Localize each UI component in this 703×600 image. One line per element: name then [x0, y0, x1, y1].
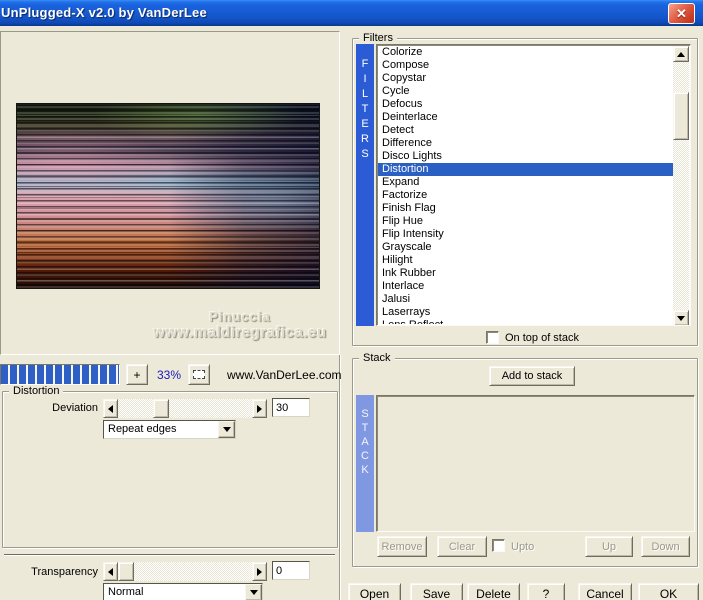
zoom-in-button[interactable]: + [126, 364, 148, 385]
upto-checkbox[interactable] [492, 539, 505, 552]
on-top-of-stack-checkbox[interactable] [486, 331, 499, 344]
stack-group-label: Stack [359, 352, 395, 364]
filter-item-copystar[interactable]: Copystar [378, 72, 673, 85]
arrow-left-icon [108, 567, 113, 576]
scroll-down-button[interactable] [673, 310, 689, 325]
blend-mode-value: Normal [108, 586, 144, 598]
help-button[interactable]: ? [527, 583, 565, 600]
filter-item-lens-reflect[interactable]: Lens Reflect [378, 319, 673, 324]
render-progress-bar [0, 364, 120, 385]
filter-item-distortion[interactable]: Distortion [378, 163, 673, 176]
filter-item-defocus[interactable]: Defocus [378, 98, 673, 111]
add-to-stack-button[interactable]: Add to stack [489, 366, 575, 386]
transparency-slider-thumb[interactable] [118, 562, 134, 581]
filters-sidebar: FILTERS [356, 44, 374, 326]
vanderlee-website-link[interactable]: www.VanDerLee.com [227, 368, 342, 382]
deviation-value-field[interactable] [272, 398, 310, 417]
delete-button[interactable]: Delete [467, 583, 520, 600]
preview-image[interactable] [16, 103, 320, 289]
deviation-slider-track[interactable] [118, 399, 252, 418]
titlebar[interactable]: UnPlugged-X v2.0 by VanDerLee ✕ [0, 0, 703, 26]
ok-button[interactable]: OK [638, 583, 699, 600]
filter-item-finish-flag[interactable]: Finish Flag [378, 202, 673, 215]
clear-button[interactable]: Clear [437, 536, 487, 557]
unplugged-x-dialog: UnPlugged-X v2.0 by VanDerLee ✕ Pinuccia… [0, 0, 703, 600]
scrollbar-thumb[interactable] [673, 92, 689, 140]
deviation-slider-left-arrow[interactable] [103, 399, 118, 418]
transparency-label: Transparency [31, 566, 98, 578]
transparency-value-field[interactable] [272, 561, 310, 580]
stack-listbox[interactable] [376, 395, 695, 532]
chevron-down-icon [222, 427, 231, 432]
filter-item-jalusi[interactable]: Jalusi [378, 293, 673, 306]
open-button[interactable]: Open [348, 583, 401, 600]
arrow-right-icon [257, 567, 262, 576]
deviation-label: Deviation [52, 402, 98, 414]
distortion-group-label: Distortion [9, 385, 64, 397]
transparency-slider-right-arrow[interactable] [252, 562, 267, 581]
filter-item-factorize[interactable]: Factorize [378, 189, 673, 202]
filter-item-ink-rubber[interactable]: Ink Rubber [378, 267, 673, 280]
save-button[interactable]: Save [410, 583, 463, 600]
blend-mode-dropdown-button[interactable] [245, 584, 262, 600]
stack-sidebar: STACK [356, 395, 374, 532]
edge-mode-select[interactable]: Repeat edges [103, 420, 236, 439]
on-top-of-stack-label: On top of stack [505, 332, 579, 344]
arrow-up-icon [677, 51, 685, 57]
filters-list: Colorize Compose Copystar Cycle Defocus Deint… [378, 46, 673, 324]
edge-mode-value: Repeat edges [108, 423, 177, 435]
transparency-slider-track[interactable] [118, 562, 252, 581]
chevron-down-icon [249, 590, 258, 595]
remove-button[interactable]: Remove [377, 536, 427, 557]
upto-label: Upto [511, 541, 535, 553]
blend-mode-select[interactable]: Normal [103, 583, 263, 600]
filter-item-detect[interactable]: Detect [378, 124, 673, 137]
scroll-up-button[interactable] [673, 46, 689, 62]
filter-item-flip-intensity[interactable]: Flip Intensity [378, 228, 673, 241]
watermark: Pinuccia www.maldiregrafica.eu [140, 309, 340, 341]
arrow-right-icon [257, 404, 262, 413]
marquee-button[interactable] [188, 364, 210, 385]
filters-scrollbar[interactable] [673, 46, 689, 325]
arrow-left-icon [108, 404, 113, 413]
left-pane-divider [339, 355, 341, 600]
deviation-slider[interactable] [103, 399, 267, 418]
filter-item-difference[interactable]: Difference [378, 137, 673, 150]
cancel-button[interactable]: Cancel [578, 583, 632, 600]
filter-item-deinterlace[interactable]: Deinterlace [378, 111, 673, 124]
edge-mode-dropdown-button[interactable] [218, 421, 235, 438]
up-button[interactable]: Up [585, 536, 633, 557]
filter-item-interlace[interactable]: Interlace [378, 280, 673, 293]
transparency-slider-left-arrow[interactable] [103, 562, 118, 581]
filters-listbox[interactable]: Colorize Compose Copystar Cycle Defocus Deint… [376, 44, 691, 326]
filter-item-expand[interactable]: Expand [378, 176, 673, 189]
filter-item-grayscale[interactable]: Grayscale [378, 241, 673, 254]
deviation-slider-right-arrow[interactable] [252, 399, 267, 418]
filter-item-disco-lights[interactable]: Disco Lights [378, 150, 673, 163]
filter-item-compose[interactable]: Compose [378, 59, 673, 72]
close-button[interactable]: ✕ [668, 3, 695, 24]
watermark-line2: www.maldiregrafica.eu [153, 324, 327, 341]
arrow-down-icon [677, 315, 685, 321]
filter-item-cycle[interactable]: Cycle [378, 85, 673, 98]
filter-item-hilight[interactable]: Hilight [378, 254, 673, 267]
marquee-icon [193, 370, 205, 379]
deviation-slider-thumb[interactable] [153, 399, 169, 418]
filters-group-label: Filters [359, 32, 397, 44]
down-button[interactable]: Down [641, 536, 690, 557]
window-title: UnPlugged-X v2.0 by VanDerLee [1, 5, 207, 20]
zoom-percent-value: 33% [156, 368, 182, 382]
separator-line [4, 554, 335, 556]
filter-item-laserrays[interactable]: Laserrays [378, 306, 673, 319]
transparency-slider[interactable] [103, 562, 267, 581]
filter-item-colorize[interactable]: Colorize [378, 46, 673, 59]
filter-item-flip-hue[interactable]: Flip Hue [378, 215, 673, 228]
watermark-line1: Pinuccia [209, 309, 271, 324]
close-icon: ✕ [676, 5, 687, 21]
